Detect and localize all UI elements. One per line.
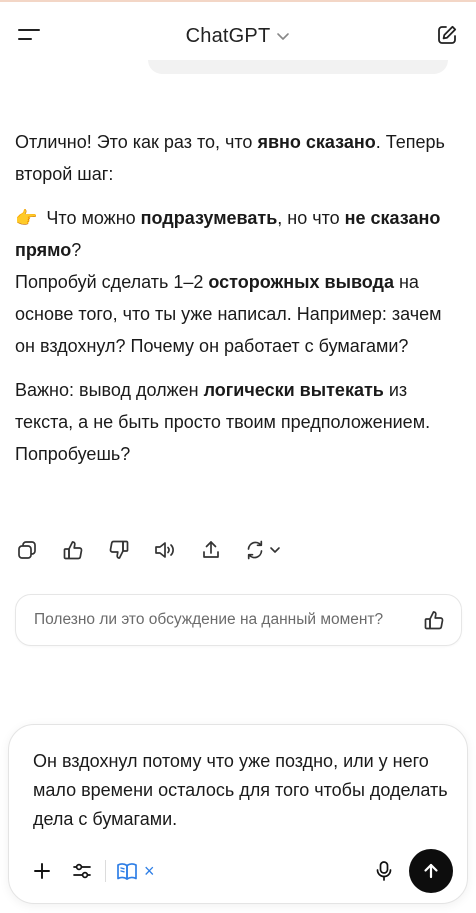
composer: Он вздохнул потому что уже поздно, или у… (8, 724, 468, 904)
feedback-question: Полезно ли это обсуждение на данный моме… (34, 611, 384, 628)
add-attachment-button[interactable] (25, 854, 59, 888)
text-span: , но что (277, 208, 345, 228)
chip-close-icon[interactable]: × (144, 862, 155, 880)
bold-span: осторожных вывода (208, 272, 394, 292)
like-button[interactable] (60, 537, 86, 563)
model-selector[interactable]: ChatGPT (186, 25, 291, 48)
text-span: Важно: вывод должен (15, 380, 204, 400)
copy-icon (18, 541, 36, 559)
share-button[interactable] (198, 537, 224, 563)
speaker-icon (155, 542, 174, 558)
text-span: Отлично! Это как раз то, что (15, 132, 258, 152)
feedback-like-button[interactable] (421, 607, 447, 633)
header: ChatGPT (0, 2, 476, 68)
bold-span: подразумевать (140, 208, 278, 228)
message-paragraph-3: Попробуй сделать 1–2 осторожных вывода н… (15, 266, 465, 362)
plus-icon (34, 863, 50, 879)
voice-input-button[interactable] (367, 854, 401, 888)
feedback-card: Полезно ли это обсуждение на данный моме… (15, 594, 462, 646)
bold-span: явно сказано (257, 132, 376, 152)
thumbs-up-icon (424, 611, 444, 630)
message-input[interactable]: Он вздохнул потому что уже поздно, или у… (33, 747, 453, 834)
text-span: Что можно (41, 208, 141, 228)
chevron-down-icon (277, 33, 290, 40)
microphone-icon (376, 861, 392, 881)
regenerate-button[interactable] (244, 537, 284, 563)
menu-icon (18, 29, 40, 40)
read-aloud-button[interactable] (152, 537, 178, 563)
previous-user-message-bubble (148, 60, 448, 74)
tools-button[interactable] (65, 854, 99, 888)
send-button[interactable] (409, 849, 453, 893)
app-title: ChatGPT (185, 24, 271, 47)
message-paragraph-4: Важно: вывод должен логически вытекать и… (15, 374, 465, 470)
book-open-icon (117, 863, 137, 880)
share-icon (203, 541, 219, 558)
pointing-hand-emoji: 👉 (15, 208, 38, 228)
message-paragraph-2: 👉 Что можно подразумевать, но что не ска… (15, 202, 465, 266)
assistant-message: Отлично! Это как раз то, что явно сказан… (15, 126, 465, 482)
text-span: ? (71, 240, 82, 260)
bold-span: логически вытекать (203, 380, 384, 400)
text-span: Попробуй сделать 1–2 (15, 272, 209, 292)
message-actions (14, 536, 284, 564)
composer-toolbar: × (25, 849, 453, 893)
menu-button[interactable] (14, 20, 44, 50)
sliders-icon (73, 863, 91, 879)
dislike-button[interactable] (106, 537, 132, 563)
message-paragraph-1: Отлично! Это как раз то, что явно сказан… (15, 126, 465, 190)
thumbs-down-icon (109, 540, 129, 559)
thumbs-up-icon (63, 541, 83, 560)
toolbar-divider (105, 860, 106, 882)
arrow-up-icon (424, 863, 438, 879)
copy-button[interactable] (14, 537, 40, 563)
new-chat-button[interactable] (432, 20, 462, 50)
regenerate-icon (247, 540, 280, 560)
study-mode-chip[interactable]: × (116, 861, 155, 881)
edit-icon (438, 25, 457, 44)
